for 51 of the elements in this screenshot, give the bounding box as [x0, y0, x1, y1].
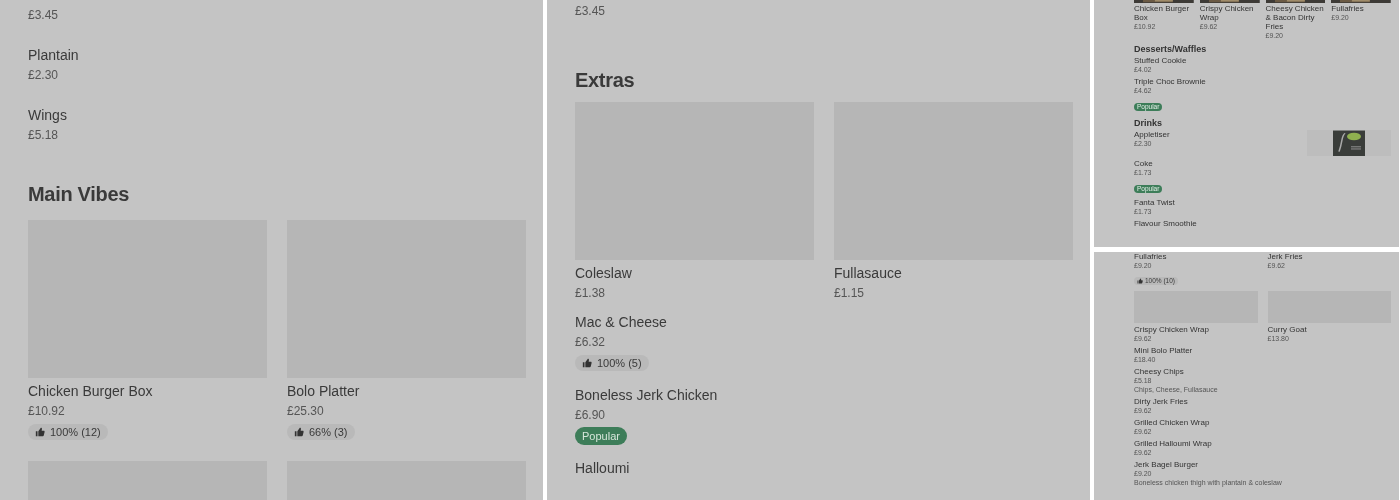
item-name: Fullasauce: [834, 264, 903, 282]
item-name: Grilled Halloumi Wrap: [1134, 439, 1213, 448]
item-name: Cheesy Chicken & Bacon Dirty Fries: [1265, 4, 1325, 31]
item-price: £5.18: [28, 127, 60, 143]
item-name: Curry Goat: [1267, 325, 1308, 334]
thumbs-up-icon: [582, 358, 592, 368]
item-name: Plantain: [28, 46, 80, 64]
item-name: Appletiser: [1134, 130, 1170, 139]
thumbs-up-icon: [294, 427, 304, 437]
thumbs-up-icon: [1137, 278, 1143, 284]
item-name: Bolo Platter: [287, 382, 361, 400]
item-name: Coke: [1134, 159, 1154, 168]
item-name: Fanta Twist: [1134, 198, 1176, 207]
item-name: Jerk Fries: [1267, 252, 1304, 261]
item-name: Flavour Smoothie: [1134, 219, 1198, 228]
item-name: Wings: [28, 106, 68, 124]
section-heading: Drinks: [1134, 118, 1163, 128]
thumbs-up-icon: [35, 427, 45, 437]
section-heading: Desserts/Waffles: [1134, 44, 1208, 54]
section-heading: Main Vibes: [28, 183, 131, 206]
item-name: Triple Choc Brownie: [1134, 77, 1207, 86]
item-name: Crispy Chicken Wrap: [1199, 4, 1255, 22]
item-name: Boneless Jerk Chicken: [575, 386, 719, 404]
item-price: £1.38: [575, 285, 607, 301]
item-price: £3.45: [575, 3, 607, 19]
item-name: Cheesy Chips: [1134, 367, 1185, 376]
item-price: £3.45: [28, 7, 60, 23]
item-name: Grilled Chicken Wrap: [1134, 418, 1211, 427]
section-heading: Extras: [575, 69, 636, 92]
item-name: Mini Bolo Platter: [1134, 346, 1194, 355]
item-price: £1.15: [834, 285, 866, 301]
item-price: £6.90: [575, 407, 607, 423]
item-name: Coleslaw: [575, 264, 633, 282]
item-name: Fullafries: [1331, 4, 1365, 13]
item-name: Fullafries: [1134, 252, 1168, 261]
item-price: £2.30: [28, 67, 60, 83]
item-name: Dirty Jerk Fries: [1134, 397, 1189, 406]
item-name: Stuffed Cookie: [1134, 56, 1188, 65]
item-price: £25.30: [287, 403, 325, 419]
item-name: Halloumi: [575, 459, 631, 477]
rating-text: 100% (12): [50, 426, 101, 438]
item-price: £10.92: [28, 403, 66, 419]
item-price: £6.32: [575, 334, 607, 350]
item-name: Crispy Chicken Wrap: [1134, 325, 1210, 334]
item-name: Chicken Burger Box: [1134, 4, 1191, 22]
item-name: Mac & Cheese: [575, 313, 668, 331]
item-name: Jerk Bagel Burger: [1134, 460, 1200, 469]
rating-text: 100% (5): [597, 357, 642, 369]
popular-badge: Popular: [575, 427, 627, 445]
item-name: Chicken Burger Box: [28, 382, 154, 400]
rating-text: 66% (3): [309, 426, 348, 438]
